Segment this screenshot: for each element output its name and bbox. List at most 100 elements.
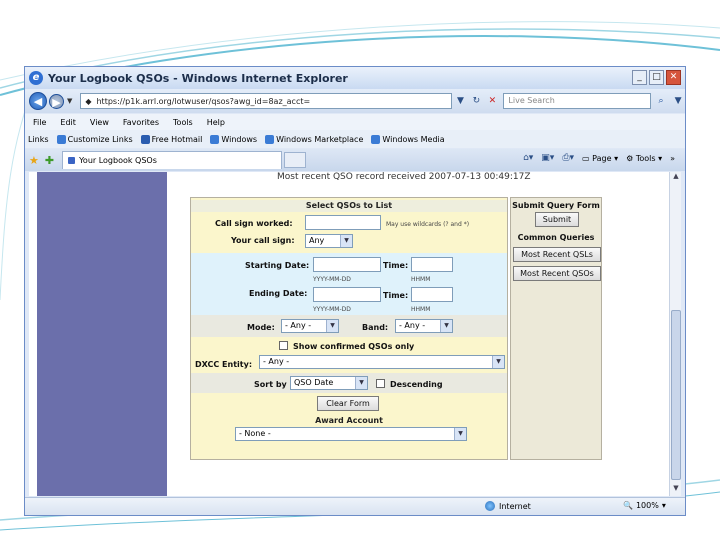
maximize-button[interactable]: □ — [649, 70, 664, 85]
call-worked-label: Call sign worked: — [215, 219, 293, 228]
add-favorite-icon[interactable]: ✚ — [45, 154, 54, 167]
link-icon — [371, 134, 381, 144]
title-bar: e Your Logbook QSOs - Windows Internet E… — [25, 67, 685, 89]
chevron-down-icon: ▾ — [661, 501, 666, 510]
menu-file[interactable]: File — [33, 118, 46, 127]
zoom-level: 100% — [635, 501, 659, 510]
menu-view[interactable]: View — [90, 118, 109, 127]
recent-qsls-button[interactable]: Most Recent QSLs — [513, 247, 601, 262]
back-button[interactable]: ◀ — [29, 92, 47, 110]
ending-date-input[interactable] — [313, 287, 381, 302]
chevron-down-icon: ▼ — [492, 356, 504, 368]
clear-form-button[interactable]: Clear Form — [317, 396, 379, 411]
your-call-label: Your call sign: — [231, 236, 295, 245]
tab-your-logbook[interactable]: Your Logbook QSOs — [62, 151, 283, 169]
starting-time-input[interactable] — [411, 257, 453, 272]
starting-date-hint: YYYY-MM-DD — [313, 276, 351, 283]
link-customize[interactable]: Customize Links — [56, 134, 133, 144]
minimize-button[interactable]: _ — [632, 70, 647, 85]
search-options-icon[interactable]: ▼ — [671, 93, 685, 109]
form-heading: Select QSOs to List — [191, 200, 507, 212]
descending-checkbox[interactable] — [376, 379, 385, 388]
mode-select[interactable]: - Any - ▼ — [281, 319, 339, 333]
search-icon[interactable]: ⌕ — [653, 93, 669, 109]
confirmed-only-checkbox[interactable] — [279, 341, 288, 350]
ie-logo-icon: e — [29, 71, 43, 85]
new-tab-button[interactable] — [284, 152, 307, 168]
zoom-control[interactable]: 🔍 100% ▾ — [623, 501, 666, 510]
browser-window: e Your Logbook QSOs - Windows Internet E… — [24, 66, 686, 516]
starting-date-label: Starting Date: — [245, 261, 310, 270]
wildcards-hint: May use wildcards (? and *) — [386, 221, 470, 228]
submit-button[interactable]: Submit — [535, 212, 579, 227]
scroll-down-icon[interactable]: ▼ — [670, 484, 682, 496]
band-label: Band: — [362, 323, 389, 332]
dxcc-label: DXCC Entity: — [195, 360, 253, 369]
menu-help[interactable]: Help — [207, 118, 225, 127]
forward-button[interactable]: ▶ — [48, 93, 64, 109]
chevron-down-icon: ▼ — [440, 320, 452, 332]
menu-tools[interactable]: Tools — [173, 118, 193, 127]
link-marketplace[interactable]: Windows Marketplace — [265, 134, 363, 144]
address-bar: ◀ ▶ ▼ ◆ https://p1k.arrl.org/lotwuser/qs… — [25, 89, 685, 113]
more-chevron-icon[interactable]: » — [670, 154, 675, 163]
search-input[interactable]: Live Search — [503, 93, 652, 109]
dxcc-select[interactable]: - Any - ▼ — [259, 355, 505, 369]
page-menu[interactable]: ▭ Page ▾ — [582, 154, 618, 163]
your-call-select[interactable]: Any ▼ — [305, 234, 353, 248]
home-icon[interactable]: ⌂▾ — [523, 153, 533, 163]
ending-time-input[interactable] — [411, 287, 453, 302]
left-nav-pane — [37, 172, 167, 496]
url-text: https://p1k.arrl.org/lotwuser/qsos?awg_i… — [96, 96, 311, 106]
url-input[interactable]: ◆ https://p1k.arrl.org/lotwuser/qsos?awg… — [80, 93, 452, 109]
award-account-select[interactable]: - None - ▼ — [235, 427, 467, 441]
menu-edit[interactable]: Edit — [60, 118, 76, 127]
award-heading: Award Account — [315, 416, 383, 425]
link-media[interactable]: Windows Media — [371, 134, 445, 144]
refresh-icon[interactable]: ↻ — [469, 93, 483, 109]
command-bar: ⌂▾ ▣▾ ⎙▾ ▭ Page ▾ ⚙ Tools ▾ » — [523, 153, 675, 163]
favorites-star-icon[interactable]: ★ — [29, 154, 39, 167]
internet-zone-icon — [485, 501, 495, 511]
common-queries-heading: Common Queries — [517, 233, 595, 242]
sort-by-label: Sort by — [254, 380, 287, 389]
sort-by-select[interactable]: QSO Date ▼ — [290, 376, 368, 390]
chevron-down-icon: ▼ — [340, 235, 352, 247]
query-side-panel: Submit Query Form Submit Common Queries … — [510, 197, 602, 460]
ending-time-hint: HHMM — [411, 306, 431, 313]
links-label: Links — [28, 134, 49, 144]
submit-heading: Submit Query Form — [512, 201, 600, 210]
mode-band-row — [191, 315, 507, 337]
feeds-icon[interactable]: ▣▾ — [541, 153, 554, 163]
call-worked-input[interactable] — [305, 215, 381, 230]
menu-favorites[interactable]: Favorites — [123, 118, 159, 127]
scroll-thumb[interactable] — [671, 310, 681, 480]
status-bar: Internet 🔍 100% ▾ — [25, 497, 685, 515]
link-windows[interactable]: Windows — [210, 134, 257, 144]
starting-date-input[interactable] — [313, 257, 381, 272]
close-button[interactable]: ✕ — [666, 70, 681, 85]
zoom-icon: 🔍 — [623, 501, 633, 510]
print-icon[interactable]: ⎙▾ — [562, 153, 574, 163]
tools-menu[interactable]: ⚙ Tools ▾ — [626, 154, 662, 163]
zone-label: Internet — [499, 501, 531, 511]
scroll-up-icon[interactable]: ▲ — [670, 172, 682, 184]
stop-icon[interactable]: ✕ — [485, 93, 499, 109]
recent-qsos-button[interactable]: Most Recent QSOs — [513, 266, 601, 281]
chevron-down-icon: ▼ — [326, 320, 338, 332]
link-icon — [56, 134, 66, 144]
page-content: Most recent QSO record received 2007-07-… — [29, 172, 672, 496]
window-title: Your Logbook QSOs - Windows Internet Exp… — [48, 71, 348, 85]
history-dropdown-icon[interactable]: ▼ — [67, 97, 72, 105]
vertical-scrollbar[interactable]: ▲ ▼ — [669, 172, 681, 496]
link-hotmail[interactable]: Free Hotmail — [140, 134, 202, 144]
query-form: Select QSOs to List Call sign worked: Ma… — [190, 197, 508, 460]
mode-label: Mode: — [247, 323, 275, 332]
ending-date-label: Ending Date: — [249, 289, 308, 298]
band-select[interactable]: - Any - ▼ — [395, 319, 453, 333]
chevron-down-icon: ▼ — [454, 428, 466, 440]
menu-bar: File Edit View Favorites Tools Help — [25, 114, 685, 130]
ending-time-label: Time: — [383, 291, 409, 300]
links-bar: Links Customize Links Free Hotmail Windo… — [25, 130, 685, 148]
url-dropdown-icon[interactable]: ▼ — [454, 93, 468, 109]
